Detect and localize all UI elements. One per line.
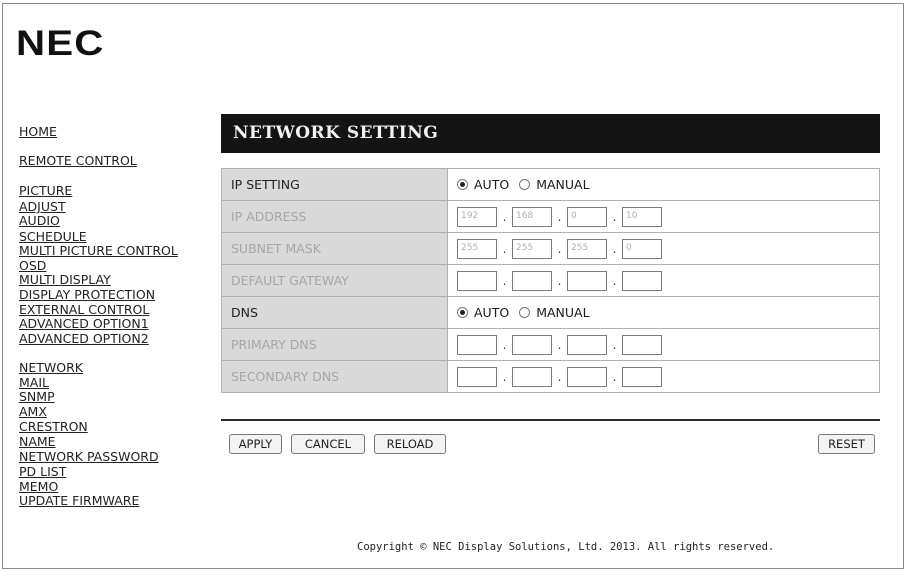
subnet-mask-field: 255 . 255 . 255 . 0 xyxy=(457,238,879,259)
sidebar-item-external-control[interactable]: EXTERNAL CONTROL xyxy=(19,303,149,316)
subnet-mask-octet-4[interactable]: 0 xyxy=(622,238,662,259)
sidebar-item-home[interactable]: HOME xyxy=(19,125,57,138)
ip-setting-radio-group: AUTO MANUAL xyxy=(457,177,879,192)
subnet-mask-label: SUBNET MASK xyxy=(221,232,448,265)
reload-button[interactable]: RELOAD xyxy=(374,434,446,454)
sidebar-item-schedule[interactable]: SCHEDULE xyxy=(19,230,87,243)
secondary-dns-octet-4[interactable] xyxy=(622,366,662,387)
default-gateway-octet-2[interactable] xyxy=(512,270,552,291)
primary-dns-octet-3[interactable] xyxy=(567,334,607,355)
ip-address-row: IP ADDRESS 192 . 168 . 0 . 10 xyxy=(221,200,880,233)
sidebar-item-remote-control[interactable]: REMOTE CONTROL xyxy=(19,154,137,167)
sidebar-item-crestron[interactable]: CRESTRON xyxy=(19,420,88,433)
octet-separator: . xyxy=(612,369,617,384)
octet-separator: . xyxy=(502,209,507,224)
octet-separator: . xyxy=(557,241,562,256)
ip-setting-manual-radio[interactable] xyxy=(519,179,531,190)
sidebar-item-pd-list[interactable]: PD LIST xyxy=(19,465,66,478)
ip-address-octet-3[interactable]: 0 xyxy=(567,206,607,227)
dns-row: DNS AUTO MANUAL xyxy=(221,296,880,329)
table-divider xyxy=(221,419,880,421)
dns-manual-label: MANUAL xyxy=(536,305,590,320)
sidebar-item-update-firmware[interactable]: UPDATE FIRMWARE xyxy=(19,494,139,507)
page-title-bar: NETWORK SETTING xyxy=(221,114,880,153)
ip-setting-label: IP SETTING xyxy=(221,168,448,201)
sidebar-item-advanced-option2[interactable]: ADVANCED OPTION2 xyxy=(19,332,149,345)
subnet-mask-octet-2[interactable]: 255 xyxy=(512,238,552,259)
secondary-dns-label: SECONDARY DNS xyxy=(221,360,448,393)
dns-manual-radio[interactable] xyxy=(519,307,531,318)
octet-separator: . xyxy=(557,369,562,384)
secondary-dns-octet-1[interactable] xyxy=(457,366,497,387)
secondary-dns-octet-3[interactable] xyxy=(567,366,607,387)
sidebar-item-memo[interactable]: MEMO xyxy=(19,480,58,493)
octet-separator: . xyxy=(502,273,507,288)
octet-separator: . xyxy=(557,209,562,224)
sidebar-item-osd[interactable]: OSD xyxy=(19,259,46,272)
secondary-dns-field: . . . xyxy=(457,366,879,387)
reset-button[interactable]: RESET xyxy=(818,434,875,454)
octet-separator: . xyxy=(612,209,617,224)
sidebar-item-snmp[interactable]: SNMP xyxy=(19,390,55,403)
primary-dns-field: . . . xyxy=(457,334,879,355)
dns-auto-label: AUTO xyxy=(474,305,510,320)
copyright-text: Copyright © NEC Display Solutions, Ltd. … xyxy=(357,541,775,553)
default-gateway-label: DEFAULT GATEWAY xyxy=(221,264,448,297)
sidebar-item-display-protection[interactable]: DISPLAY PROTECTION xyxy=(19,288,155,301)
primary-dns-octet-4[interactable] xyxy=(622,334,662,355)
network-settings-table: IP SETTING AUTO MANUAL IP ADDRESS 192 . … xyxy=(221,168,880,393)
octet-separator: . xyxy=(557,337,562,352)
page-title: NETWORK SETTING xyxy=(233,123,439,143)
sidebar-item-name[interactable]: NAME xyxy=(19,435,56,448)
sidebar-item-multi-picture-control[interactable]: MULTI PICTURE CONTROL xyxy=(19,244,178,257)
cancel-button[interactable]: CANCEL xyxy=(291,434,365,454)
dns-label: DNS xyxy=(221,296,448,329)
octet-separator: . xyxy=(502,369,507,384)
primary-dns-row: PRIMARY DNS . . . xyxy=(221,328,880,361)
sidebar-item-amx[interactable]: AMX xyxy=(19,405,47,418)
dns-radio-group: AUTO MANUAL xyxy=(457,305,879,320)
dns-auto-radio[interactable] xyxy=(457,307,468,318)
primary-dns-octet-2[interactable] xyxy=(512,334,552,355)
ip-address-field: 192 . 168 . 0 . 10 xyxy=(457,206,879,227)
sidebar-item-advanced-option1[interactable]: ADVANCED OPTION1 xyxy=(19,317,149,330)
sidebar-item-adjust[interactable]: ADJUST xyxy=(19,200,66,213)
subnet-mask-octet-1[interactable]: 255 xyxy=(457,238,497,259)
ip-setting-row: IP SETTING AUTO MANUAL xyxy=(221,168,880,201)
primary-dns-octet-1[interactable] xyxy=(457,334,497,355)
apply-button[interactable]: APPLY xyxy=(229,434,282,454)
primary-dns-label: PRIMARY DNS xyxy=(221,328,448,361)
sidebar-item-mail[interactable]: MAIL xyxy=(19,376,49,389)
ip-address-label: IP ADDRESS xyxy=(221,200,448,233)
secondary-dns-octet-2[interactable] xyxy=(512,366,552,387)
octet-separator: . xyxy=(612,241,617,256)
sidebar-item-picture[interactable]: PICTURE xyxy=(19,184,72,197)
default-gateway-row: DEFAULT GATEWAY . . . xyxy=(221,264,880,297)
octet-separator: . xyxy=(557,273,562,288)
nec-logo: NEC xyxy=(16,24,105,63)
ip-address-octet-4[interactable]: 10 xyxy=(622,206,662,227)
sidebar-item-network[interactable]: NETWORK xyxy=(19,361,83,374)
sidebar-item-network-password[interactable]: NETWORK PASSWORD xyxy=(19,450,159,463)
default-gateway-octet-4[interactable] xyxy=(622,270,662,291)
ip-address-octet-2[interactable]: 168 xyxy=(512,206,552,227)
octet-separator: . xyxy=(502,241,507,256)
default-gateway-field: . . . xyxy=(457,270,879,291)
ip-setting-manual-label: MANUAL xyxy=(536,177,590,192)
sidebar-item-multi-display[interactable]: MULTI DISPLAY xyxy=(19,273,111,286)
octet-separator: . xyxy=(502,337,507,352)
subnet-mask-row: SUBNET MASK 255 . 255 . 255 . 0 xyxy=(221,232,880,265)
secondary-dns-row: SECONDARY DNS . . . xyxy=(221,360,880,393)
subnet-mask-octet-3[interactable]: 255 xyxy=(567,238,607,259)
ip-setting-auto-radio[interactable] xyxy=(457,179,468,190)
default-gateway-octet-3[interactable] xyxy=(567,270,607,291)
default-gateway-octet-1[interactable] xyxy=(457,270,497,291)
sidebar-item-audio[interactable]: AUDIO xyxy=(19,214,60,227)
octet-separator: . xyxy=(612,273,617,288)
octet-separator: . xyxy=(612,337,617,352)
ip-address-octet-1[interactable]: 192 xyxy=(457,206,497,227)
ip-setting-auto-label: AUTO xyxy=(474,177,510,192)
